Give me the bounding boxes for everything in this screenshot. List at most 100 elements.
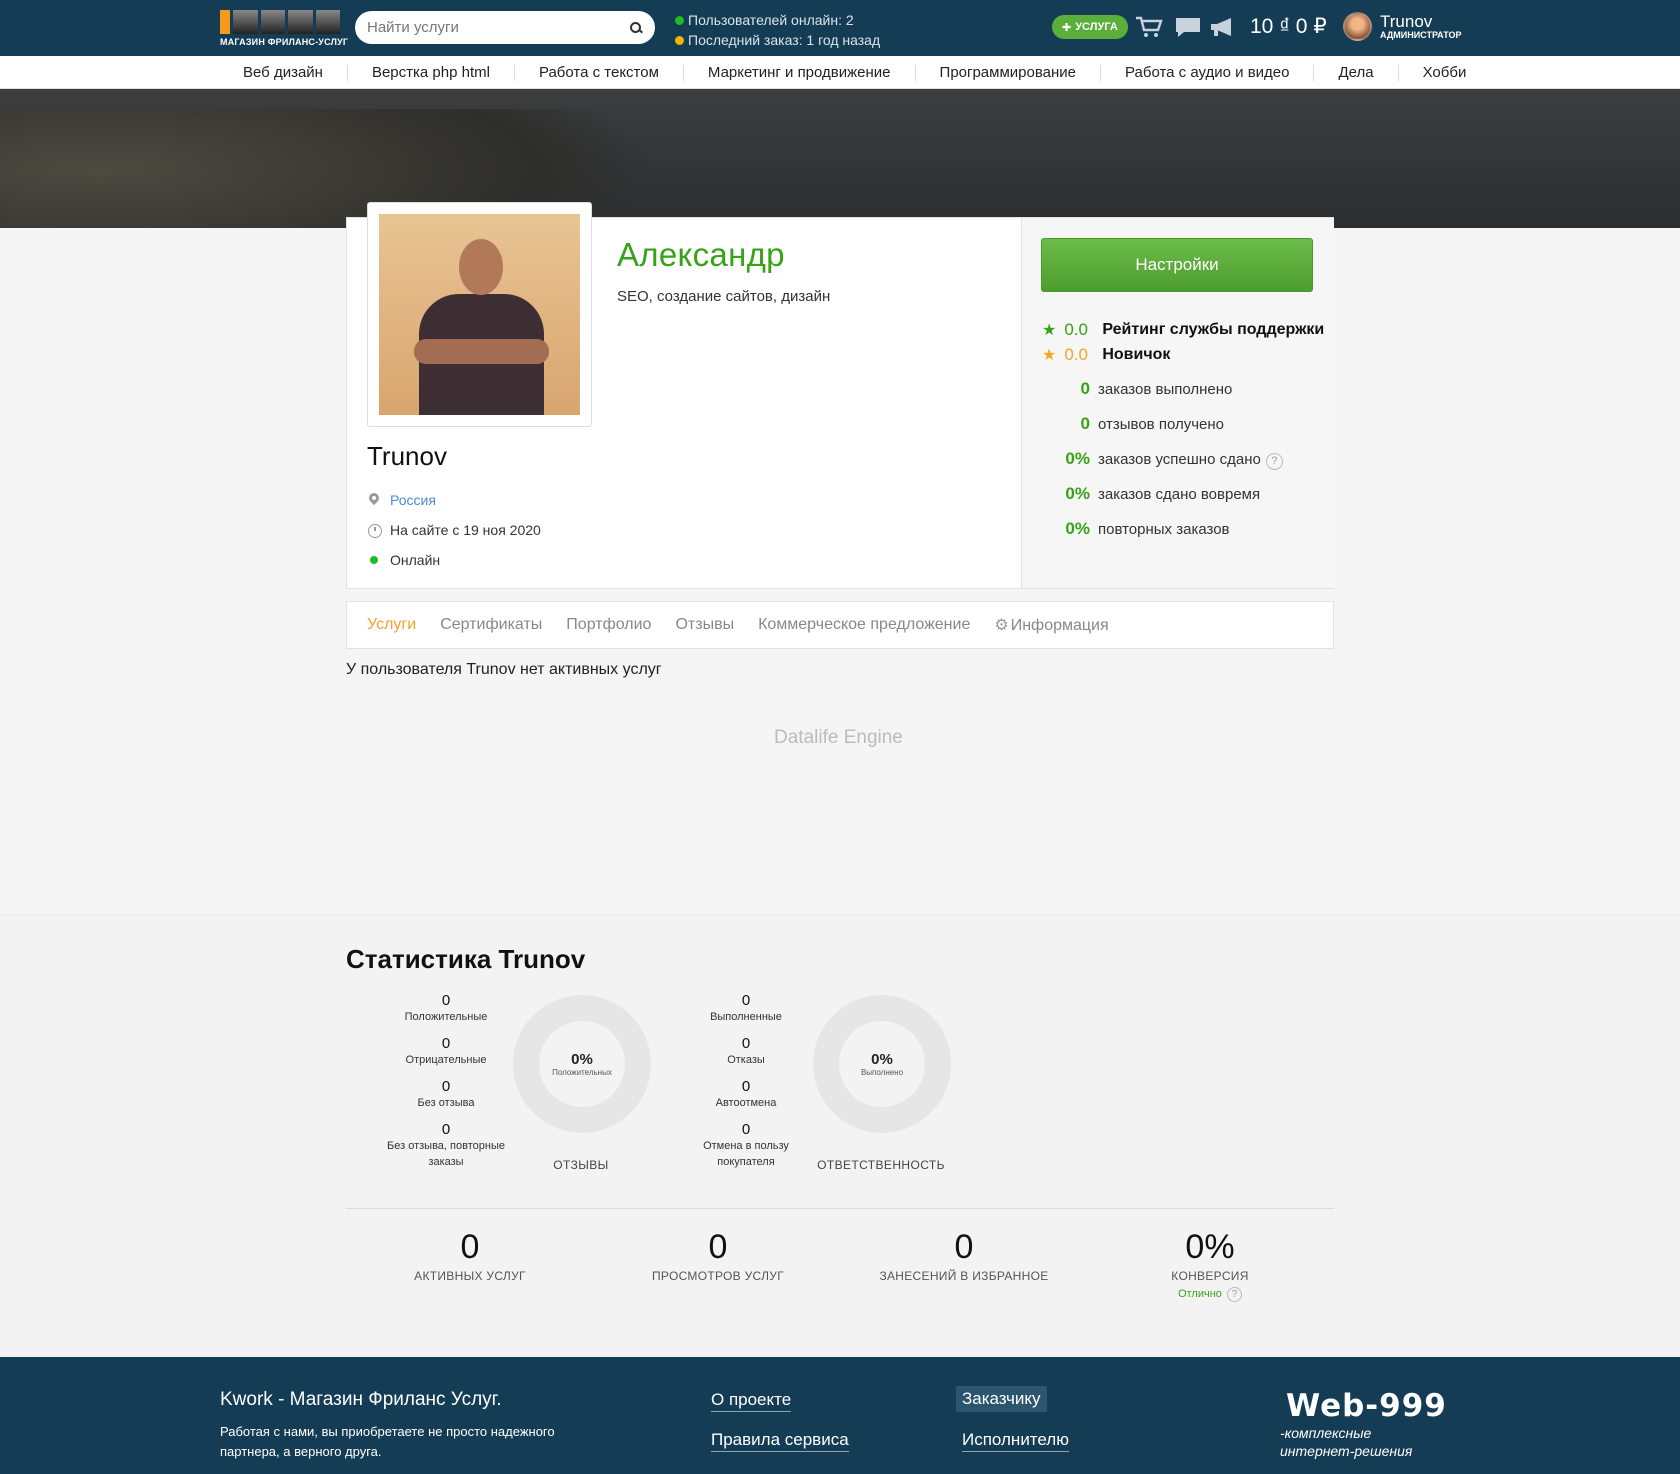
plus-icon: ✚ <box>1062 21 1072 34</box>
site-logo[interactable]: МАГАЗИН ФРИЛАНС-УСЛУГ <box>220 10 349 48</box>
category-programming[interactable]: Программирование <box>916 64 1101 81</box>
stat-orders-done: 0 заказов выполнено <box>1080 379 1233 398</box>
footer-brand: Web-999 <box>1286 1388 1447 1424</box>
online-info: Пользователей онлайн: 2 Последний заказ:… <box>675 10 880 50</box>
reviews-donut-percent: 0% <box>571 1051 593 1068</box>
profile-cover <box>0 89 1680 228</box>
profile-username: Trunov <box>367 441 447 471</box>
profile-country-row: Россия <box>368 492 436 508</box>
tab-reviews[interactable]: Отзывы <box>675 616 734 634</box>
add-service-label: УСЛУГА <box>1075 21 1118 33</box>
profile-status: Онлайн <box>390 552 441 568</box>
tab-offer[interactable]: Коммерческое предложение <box>758 616 970 634</box>
settings-button[interactable]: Настройки <box>1041 238 1313 292</box>
search-icon[interactable] <box>629 21 643 35</box>
profile-tabs: Услуги Сертификаты Портфолио Отзывы Комм… <box>346 601 1334 649</box>
search-input[interactable] <box>367 19 629 36</box>
responsibility-donut-label: Выполнено <box>860 1068 904 1077</box>
category-nav: Веб дизайн Верстка php html Работа с тек… <box>0 56 1680 89</box>
clock-icon <box>368 523 382 538</box>
balance[interactable]: 10 ₫ 0 ₽ <box>1250 14 1327 39</box>
total-favorites: 0 ЗАНЕСЕНИЙ В ИЗБРАННОЕ <box>879 1228 1049 1283</box>
user-menu[interactable]: Trunov АДМИНИСТРАТОР <box>1343 12 1462 41</box>
category-markup[interactable]: Верстка php html <box>348 64 515 81</box>
category-web-design[interactable]: Веб дизайн <box>218 64 348 81</box>
avatar <box>1343 12 1372 41</box>
total-conversion: 0% КОНВЕРСИЯ Отлично? <box>1171 1228 1249 1302</box>
gear-icon: ⚙ <box>994 617 1009 634</box>
stat-success-rate: 0% заказов успешно сдано? <box>1060 449 1283 470</box>
profile-country[interactable]: Россия <box>390 492 436 508</box>
profile-since-row: На сайте с 19 ноя 2020 <box>368 522 541 538</box>
resp-buyer-cancel: 0 Отмена в пользу покупателя <box>703 1121 789 1169</box>
profile-specialty: SEO, создание сайтов, дизайн <box>617 288 831 305</box>
stat-repeat-orders: 0% повторных заказов <box>1065 519 1230 538</box>
online-dot-icon <box>675 16 684 25</box>
resp-refusals: 0 Отказы <box>727 1035 765 1067</box>
stat-on-time: 0% заказов сдано вовремя <box>1065 484 1261 503</box>
reviews-donut: 0% Положительных <box>513 995 651 1133</box>
messages-icon[interactable] <box>1174 16 1202 38</box>
support-rating: ★ 0.0 Рейтинг службы поддержки <box>1042 320 1324 340</box>
review-none: 0 Без отзыва <box>417 1078 475 1110</box>
star-icon: ★ <box>1042 347 1057 364</box>
resp-completed: 0 Выполненные <box>710 992 782 1024</box>
review-positive: 0 Положительные <box>404 992 488 1024</box>
engine-label: Datalife Engine <box>774 727 903 748</box>
footer-brand-subtitle: -комплексные интернет-решения <box>1280 1425 1413 1459</box>
footer-title: Kwork - Магазин Фриланс Услуг. <box>220 1389 502 1410</box>
online-users: Пользователей онлайн: 2 <box>688 12 854 28</box>
category-audio-video[interactable]: Работа с аудио и видео <box>1101 64 1315 81</box>
responsibility-donut-percent: 0% <box>871 1051 893 1068</box>
add-service-button[interactable]: ✚ УСЛУГА <box>1052 15 1128 39</box>
total-service-views: 0 ПРОСМОТРОВ УСЛУГ <box>652 1228 784 1283</box>
reviews-donut-label: Положительных <box>552 1068 612 1077</box>
category-hobby[interactable]: Хобби <box>1399 64 1491 81</box>
top-header: МАГАЗИН ФРИЛАНС-УСЛУГ Пользователей онла… <box>0 0 1680 56</box>
tab-certificates[interactable]: Сертификаты <box>440 616 542 634</box>
search-box <box>355 11 655 44</box>
statistics-title: Статистика Trunov <box>346 944 586 974</box>
help-icon[interactable]: ? <box>1265 453 1283 470</box>
responsibility-caption: ОТВЕТСТВЕННОСТЬ <box>817 1158 945 1172</box>
cart-icon[interactable] <box>1135 16 1163 38</box>
no-services-message: У пользователя Trunov нет активных услуг <box>346 661 662 678</box>
category-marketing[interactable]: Маркетинг и продвижение <box>684 64 916 81</box>
tab-portfolio[interactable]: Портфолио <box>566 616 651 634</box>
footer-text: Работая с нами, вы приобретаете не прост… <box>220 1424 555 1459</box>
profile-full-name: Александр <box>617 236 785 273</box>
level-rating: ★ 0.0 Новичок <box>1042 345 1170 365</box>
last-order-dot-icon <box>675 36 684 45</box>
level-label: Новичок <box>1102 346 1171 363</box>
profile-member-since: На сайте с 19 ноя 2020 <box>390 522 541 538</box>
help-icon[interactable]: ? <box>1226 1287 1242 1302</box>
support-rating-label: Рейтинг службы поддержки <box>1102 321 1325 338</box>
review-none-repeat: 0 Без отзыва, повторные заказы <box>387 1121 505 1169</box>
logo-text: МАГАЗИН ФРИЛАНС-УСЛУГ <box>220 37 349 47</box>
tab-services[interactable]: Услуги <box>367 616 416 634</box>
category-text[interactable]: Работа с текстом <box>515 64 684 81</box>
level-value: 0.0 <box>1064 345 1088 364</box>
total-active-services: 0 АКТИВНЫХ УСЛУГ <box>414 1228 526 1283</box>
resp-autocancel: 0 Автоотмена <box>715 1078 777 1110</box>
category-business[interactable]: Дела <box>1314 64 1399 81</box>
logo-mark <box>220 10 340 34</box>
reviews-caption: ОТЗЫВЫ <box>553 1158 609 1172</box>
footer-link-freelancer[interactable]: Исполнителю <box>962 1430 1069 1452</box>
stats-divider <box>346 1208 1334 1209</box>
footer-link-about[interactable]: О проекте <box>711 1390 792 1412</box>
footer-link-rules[interactable]: Правила сервиса <box>711 1430 849 1452</box>
tab-information[interactable]: ⚙ Информация <box>994 615 1108 635</box>
last-order: Последний заказ: 1 год назад <box>688 32 881 48</box>
user-role: АДМИНИСТРАТОР <box>1380 30 1462 40</box>
user-name: Trunov <box>1380 12 1433 31</box>
star-icon: ★ <box>1042 322 1057 339</box>
statistics-section <box>0 914 1680 1359</box>
responsibility-donut: 0% Выполнено <box>813 995 951 1133</box>
megaphone-icon[interactable] <box>1209 16 1237 38</box>
review-negative: 0 Отрицательные <box>405 1035 487 1067</box>
footer-link-customer[interactable]: Заказчику <box>956 1386 1047 1412</box>
conversion-note: Отлично <box>1178 1288 1222 1300</box>
stat-reviews-received: 0 отзывов получено <box>1080 414 1224 433</box>
online-status-icon <box>368 553 381 567</box>
